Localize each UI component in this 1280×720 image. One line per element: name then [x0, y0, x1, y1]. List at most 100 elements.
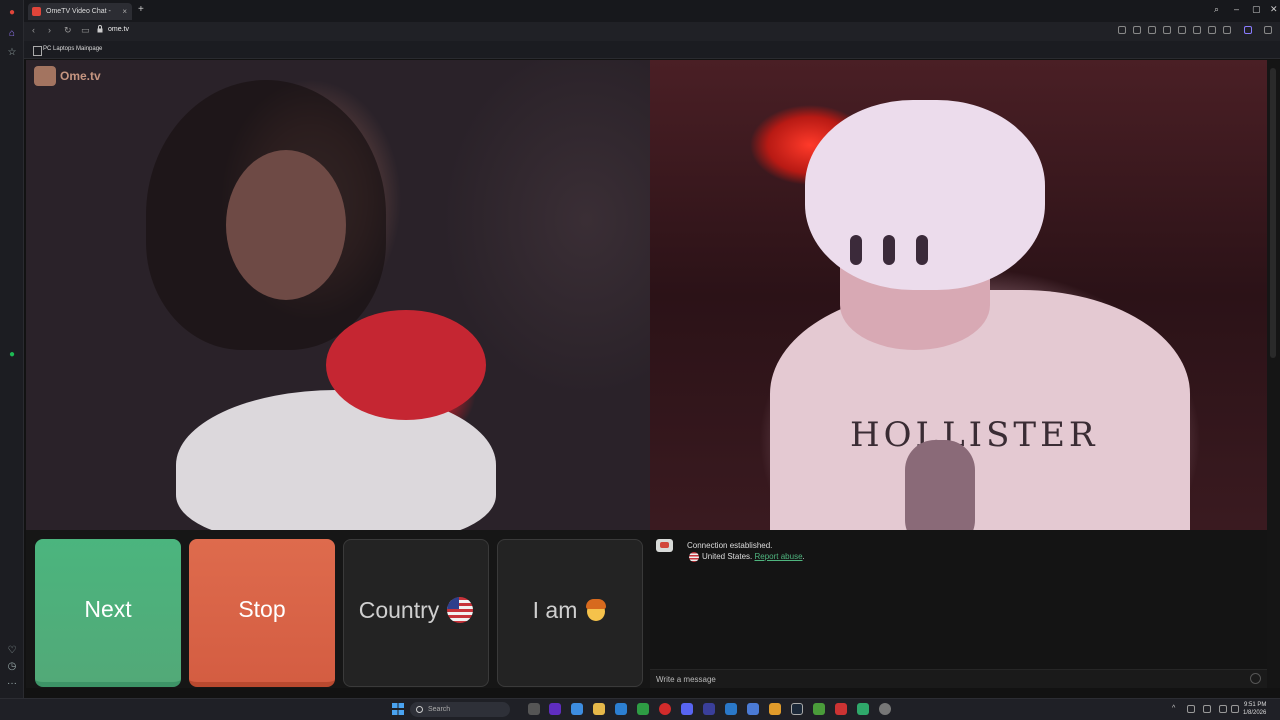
clock-date: 1/8/2026 — [1243, 710, 1267, 716]
us-flag-icon — [447, 596, 474, 623]
self-video: HOLLISTER — [650, 60, 1280, 530]
app-icon-5[interactable] — [813, 703, 825, 715]
file-explorer-icon[interactable] — [593, 703, 605, 715]
video-shirt-text: HOLLISTER — [850, 415, 1099, 455]
emoji-icon[interactable] — [1250, 673, 1261, 684]
tray-chevron-icon[interactable]: ^ — [1172, 705, 1180, 713]
ometv-chat-icon — [656, 539, 673, 552]
country-button[interactable]: Country — [343, 539, 489, 687]
extension-icon[interactable] — [1118, 26, 1126, 34]
tray-icon-1[interactable] — [1187, 705, 1195, 713]
stranger-video — [26, 60, 650, 530]
volume-icon[interactable] — [1231, 705, 1239, 713]
close-tab-icon[interactable]: × — [122, 3, 127, 20]
country-text: United States. — [702, 552, 753, 562]
headset-sensor — [850, 235, 862, 265]
lock-icon — [97, 25, 103, 33]
ometv-logo-text: Ome.tv — [60, 69, 101, 83]
video-face-shape — [226, 150, 346, 300]
app-icon-6[interactable] — [835, 703, 847, 715]
page-scrollbar[interactable] — [1267, 60, 1280, 688]
close-window-icon[interactable]: ✕ — [1270, 4, 1278, 15]
back-icon[interactable]: ‹ — [32, 25, 35, 35]
windows-taskbar: Search ^ 9:51 PM 1/8/2026 — [0, 698, 1280, 720]
report-trail: . — [802, 552, 805, 562]
xbox-icon[interactable] — [637, 703, 649, 715]
settings-icon[interactable] — [879, 703, 891, 715]
url-field[interactable]: ome.tv — [108, 26, 129, 33]
headset-sensor — [883, 235, 895, 265]
app-icon-1[interactable] — [703, 703, 715, 715]
opera-logo-icon[interactable]: ● — [5, 6, 19, 20]
message-input[interactable]: Write a message — [650, 669, 1267, 688]
ai-icon[interactable] — [1264, 26, 1272, 34]
us-flag-small-icon — [689, 552, 699, 562]
minimize-icon[interactable]: – — [1234, 4, 1239, 14]
tab-ometv[interactable]: OmeTV Video Chat - × — [28, 3, 132, 20]
more-icon[interactable]: ··· — [5, 677, 19, 691]
ometv-favicon-icon — [32, 7, 41, 16]
new-tab-icon[interactable]: + — [138, 4, 144, 15]
clock-time: 9:51 PM — [1244, 702, 1267, 708]
steam-icon[interactable] — [791, 703, 803, 715]
video-bow-shape — [326, 310, 486, 420]
chat-panel: Connection established. United States. R… — [650, 530, 1267, 688]
profile-icon[interactable] — [1223, 26, 1231, 34]
ometv-logo-icon — [34, 66, 56, 86]
app-icon-4[interactable] — [769, 703, 781, 715]
play-icon[interactable] — [1163, 26, 1171, 34]
scroll-thumb[interactable] — [1270, 68, 1276, 358]
pinboard-icon[interactable]: ☆ — [5, 46, 19, 60]
download-icon[interactable] — [1193, 26, 1201, 34]
bookmarks-bar: PC Laptops Mainpage — [24, 41, 1280, 59]
taskbar-search[interactable]: Search — [410, 702, 510, 717]
heart-icon[interactable]: ♡ — [5, 644, 19, 658]
copilot-icon[interactable] — [571, 703, 583, 715]
reload-icon[interactable]: ↻ — [64, 25, 72, 36]
gender-label: I am — [532, 597, 578, 623]
app-icon-7[interactable] — [857, 703, 869, 715]
app-icon-3[interactable] — [747, 703, 759, 715]
video-mic-shape — [905, 440, 975, 530]
history-icon[interactable]: ◷ — [5, 660, 19, 674]
country-message: United States. Report abuse. — [689, 552, 805, 562]
maximize-icon[interactable]: ▢ — [1252, 4, 1261, 15]
camera-icon[interactable] — [1133, 26, 1141, 34]
heart-toolbar-icon[interactable] — [1178, 26, 1186, 34]
tab-title: OmeTV Video Chat - — [46, 8, 111, 15]
store-icon[interactable] — [615, 703, 627, 715]
video-headset-shape — [805, 100, 1045, 290]
forward-icon[interactable]: › — [48, 25, 51, 35]
bookmark-pc-laptops[interactable]: PC Laptops Mainpage — [33, 46, 102, 56]
aria-icon[interactable] — [1244, 26, 1252, 34]
tab-snap-icon[interactable]: ▭ — [81, 25, 90, 36]
next-button[interactable]: Next — [35, 539, 181, 687]
control-panel: Next Stop Country I am — [26, 530, 650, 688]
connection-status: Connection established. — [687, 541, 773, 550]
headset-sensor — [916, 235, 928, 265]
report-abuse-link[interactable]: Report abuse — [754, 552, 802, 561]
tray-icon-2[interactable] — [1203, 705, 1211, 713]
menu-icon[interactable] — [1208, 26, 1216, 34]
windows-start-icon[interactable] — [392, 703, 404, 715]
task-view-icon[interactable] — [528, 703, 540, 715]
home-icon[interactable]: ⌂ — [5, 27, 19, 41]
ometv-logo: Ome.tv — [34, 66, 104, 86]
opera-icon[interactable] — [659, 703, 671, 715]
shield-icon[interactable] — [1148, 26, 1156, 34]
country-label: Country — [358, 597, 440, 623]
search-tabs-icon[interactable]: ⌕ — [1214, 4, 1219, 15]
address-bar: ‹ › ↻ ▭ ome.tv — [24, 22, 1280, 41]
stop-button[interactable]: Stop — [189, 539, 335, 687]
browser-sidebar: ● ⌂ ☆ ● ♡ ◷ ··· — [0, 0, 24, 698]
wifi-icon[interactable] — [1219, 705, 1227, 713]
yahoo-icon[interactable] — [549, 703, 561, 715]
boy-emoji-icon — [585, 597, 607, 623]
taskbar-clock[interactable]: 9:51 PM 1/8/2026 — [1243, 701, 1266, 717]
discord-icon[interactable] — [681, 703, 693, 715]
message-placeholder: Write a message — [656, 675, 716, 684]
gender-button[interactable]: I am — [497, 539, 643, 687]
tab-bar: OmeTV Video Chat - × + ⌕ – ▢ ✕ — [24, 0, 1280, 22]
app-icon-2[interactable] — [725, 703, 737, 715]
spotify-icon[interactable]: ● — [5, 348, 19, 362]
